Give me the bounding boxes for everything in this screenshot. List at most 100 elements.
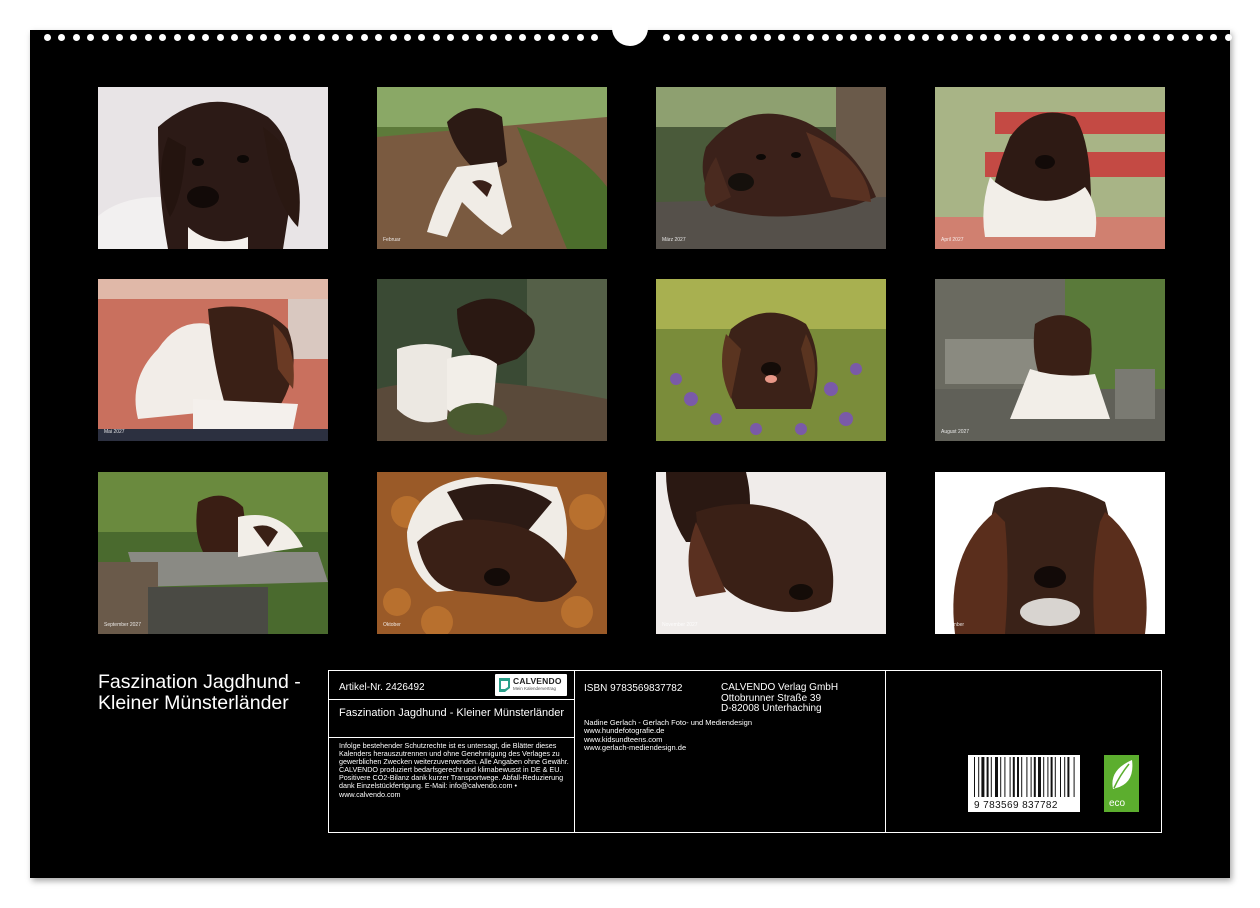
binding-hole [1182, 34, 1189, 41]
binding-hole [865, 34, 872, 41]
binding-hole [663, 34, 670, 41]
info-column-left: Artikel-Nr. 2426492 CALVENDO Mein Kalend… [329, 671, 575, 832]
barcode-bar [1047, 757, 1049, 797]
binding-hole [390, 34, 397, 41]
binding-hole [505, 34, 512, 41]
binding-hole [764, 34, 771, 41]
photo-thumbnail-7 [656, 279, 886, 441]
barcode-icon [974, 757, 1075, 797]
photo-thumbnail-6 [377, 279, 607, 441]
barcode-bar [1033, 757, 1036, 797]
barcode-bar [1064, 757, 1066, 797]
binding-hole [937, 34, 944, 41]
publisher-address: CALVENDO Verlag GmbH Ottobrunner Straße … [721, 682, 839, 715]
barcode-bar [1004, 757, 1006, 797]
binding-hole [1210, 34, 1217, 41]
photo-thumbnail-1 [98, 87, 328, 249]
binding-hole [750, 34, 757, 41]
binding-hole [130, 34, 137, 41]
article-number: Artikel-Nr. 2426492 [339, 682, 425, 693]
binding-hole [102, 34, 109, 41]
info-column-middle: ISBN 9783569837782 CALVENDO Verlag GmbH … [574, 671, 886, 832]
binding-hole [476, 34, 483, 41]
binding-hole [404, 34, 411, 41]
photo-thumbnail-8: August 2027 [935, 279, 1165, 441]
publisher-city: D-82008 Unterhaching [721, 703, 822, 714]
binding-hole [1081, 34, 1088, 41]
binding-hole [822, 34, 829, 41]
binding-hole [1023, 34, 1030, 41]
binding-hole [490, 34, 497, 41]
binding-hole [548, 34, 555, 41]
info-column-right: 9 783569 837782 eco [885, 671, 1161, 832]
binding-hole [807, 34, 814, 41]
binding-hole [706, 34, 713, 41]
binding-hole [1095, 34, 1102, 41]
month-label: Mai 2027 [104, 429, 125, 435]
barcode-bar [1000, 757, 1002, 797]
month-label: Februar [383, 237, 401, 243]
binding-hole [1110, 34, 1117, 41]
photo-thumbnail-11: November 2027 [656, 472, 886, 634]
calvendo-logo: CALVENDO Mein Kalendervertrag [495, 674, 567, 696]
barcode-bar [990, 757, 992, 797]
binding-hole [778, 34, 785, 41]
binding-hole [433, 34, 440, 41]
author-info: Nadine Gerlach - Gerlach Foto- und Medie… [584, 718, 752, 753]
binding-hole [246, 34, 253, 41]
binding-hole [1153, 34, 1160, 41]
binding-hole [73, 34, 80, 41]
binding-hole [1196, 34, 1203, 41]
month-label: August 2027 [941, 429, 970, 435]
barcode-bar [978, 757, 980, 797]
binding-hole [231, 34, 238, 41]
binding-hole [591, 34, 598, 41]
binding-hole [793, 34, 800, 41]
binding-hole [361, 34, 368, 41]
barcode-bar [974, 757, 975, 797]
logo-name: CALVENDO [513, 676, 562, 686]
binding-hole [519, 34, 526, 41]
barcode-bar [981, 757, 985, 797]
barcode-bar [1067, 757, 1070, 797]
barcode-bar [1021, 757, 1023, 797]
binding-hole [951, 34, 958, 41]
binding-hole [188, 34, 195, 41]
calendar-name: Faszination Jagdhund - Kleiner Münsterlä… [339, 707, 565, 719]
binding-hole [966, 34, 973, 41]
binding-hole [1225, 34, 1232, 41]
eco-badge: eco [1104, 755, 1139, 812]
author-website-3: www.gerlach-mediendesign.de [584, 743, 687, 753]
binding-hole [375, 34, 382, 41]
photo-thumbnail-10: Oktober [377, 472, 607, 634]
binding-hole [289, 34, 296, 41]
binding-hole [87, 34, 94, 41]
isbn: ISBN 9783569837782 [584, 683, 683, 694]
binding-hole [894, 34, 901, 41]
binding-hole [1066, 34, 1073, 41]
photo-thumbnail-9: September 2027 [98, 472, 328, 634]
binding-hole [562, 34, 569, 41]
binding-hole [922, 34, 929, 41]
publisher-name: CALVENDO Verlag GmbH [721, 682, 839, 693]
binding-hole [534, 34, 541, 41]
binding-hole [332, 34, 339, 41]
binding-hole [678, 34, 685, 41]
binding-hole [1009, 34, 1016, 41]
binding-hole [174, 34, 181, 41]
binding-hole [1052, 34, 1059, 41]
binding-hole [346, 34, 353, 41]
barcode-bar [1073, 757, 1075, 797]
article-row: Artikel-Nr. 2426492 CALVENDO Mein Kalend… [329, 671, 574, 700]
binding-hole [447, 34, 454, 41]
binding-hole [735, 34, 742, 41]
binding-hole [303, 34, 310, 41]
binding-hole [462, 34, 469, 41]
barcode-bar [1012, 757, 1015, 797]
barcode-bar [1043, 757, 1045, 797]
legal-text: Infolge bestehender Schutzrechte ist es … [339, 741, 569, 799]
binding-hole [116, 34, 123, 41]
photo-thumbnail-2: Februar [377, 87, 607, 249]
eco-label: eco [1109, 798, 1126, 809]
binding-hole [202, 34, 209, 41]
